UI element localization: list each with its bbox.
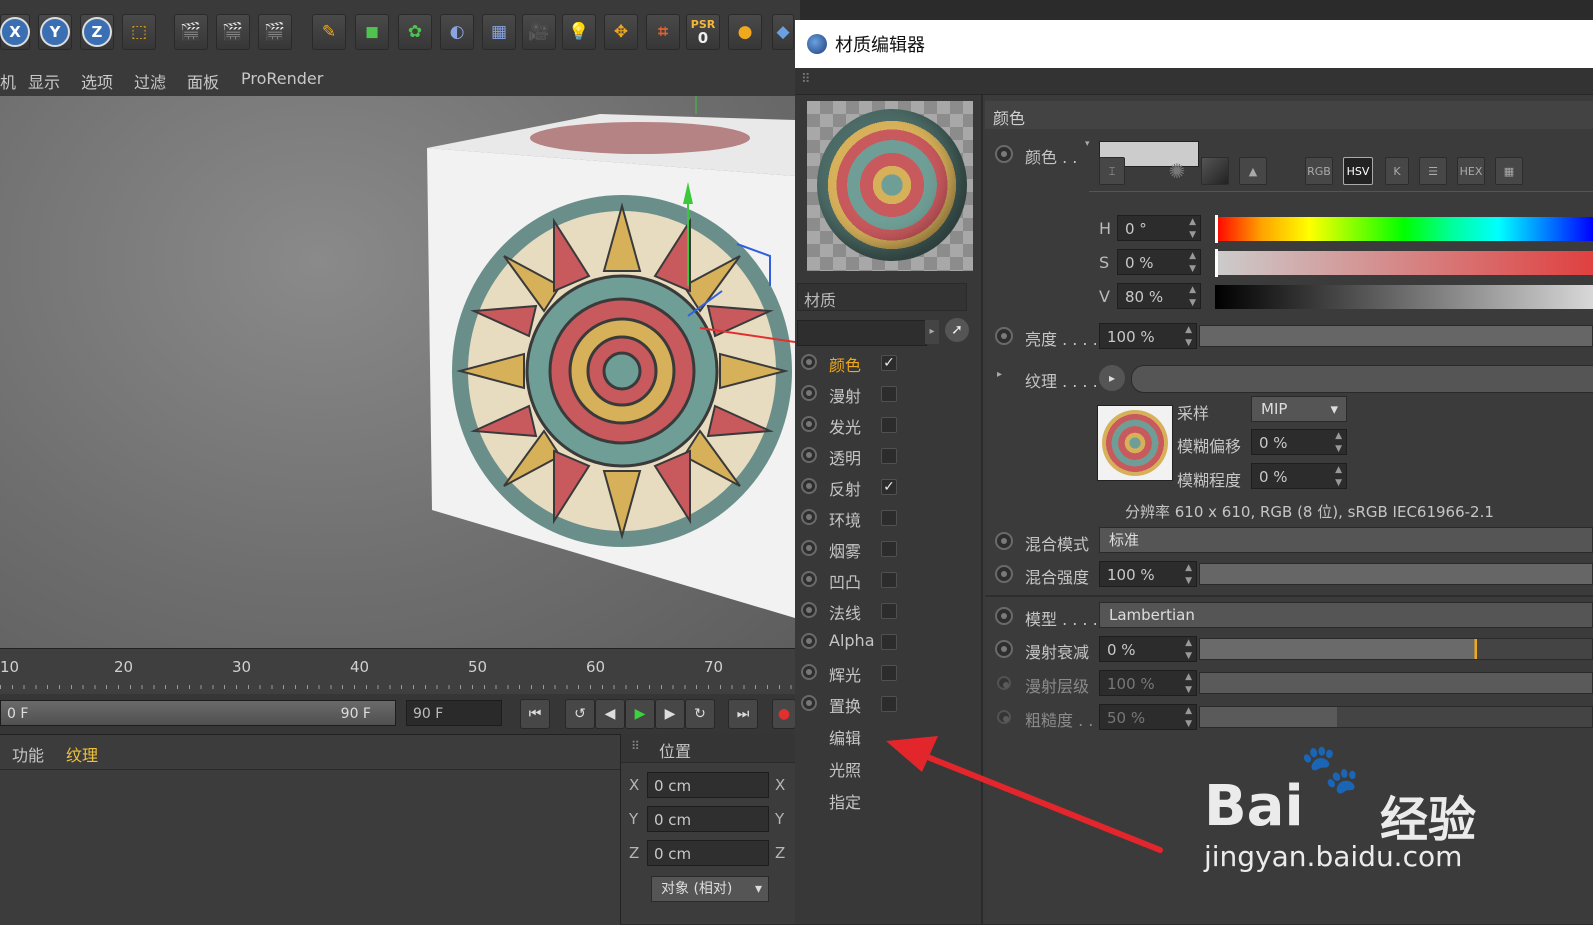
watermark-brand: Bai <box>1204 774 1304 839</box>
annotation-arrow-line <box>917 751 1163 853</box>
watermark-url: jingyan.baidu.com <box>1204 840 1463 873</box>
baidu-watermark: 🐾 Bai 经验 jingyan.baidu.com <box>1200 740 1500 880</box>
annotation-arrow-head-icon <box>886 736 938 772</box>
paw-logo-icon: 🐾 <box>1300 741 1360 797</box>
